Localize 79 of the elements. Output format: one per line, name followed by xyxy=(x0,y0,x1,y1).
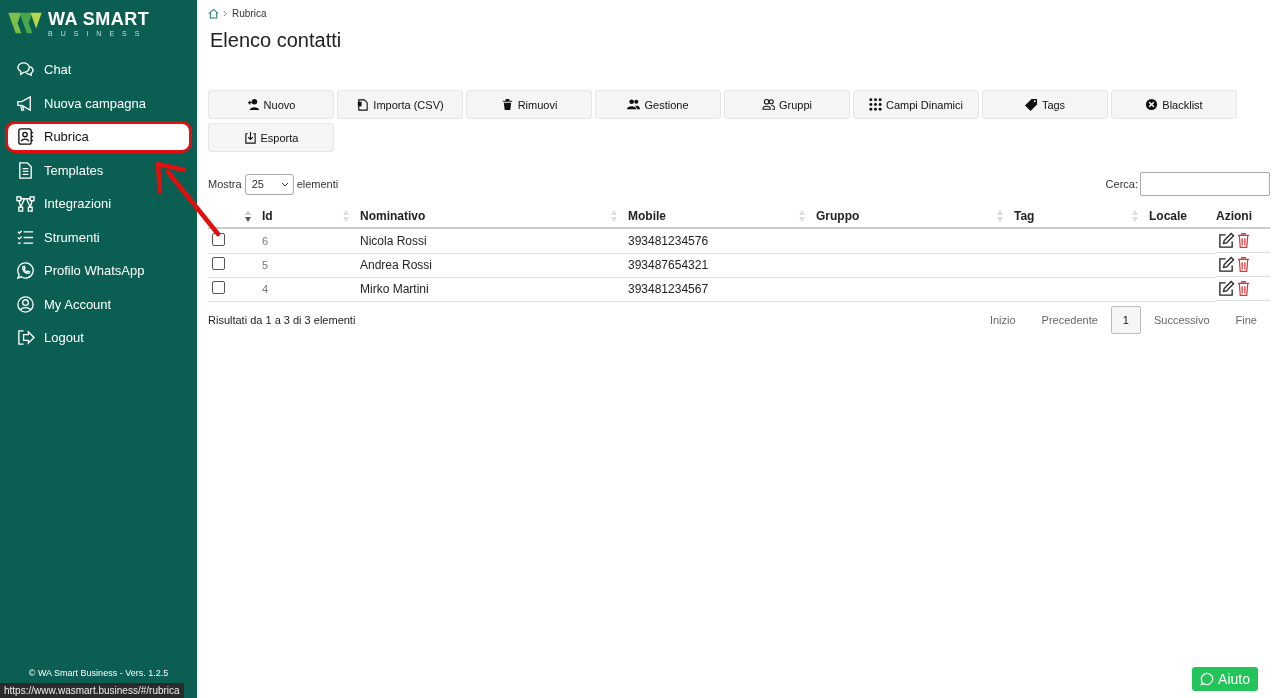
sidebar-item[interactable]: Profilo WhatsApp xyxy=(5,255,192,287)
users-icon xyxy=(627,98,641,111)
sidebar-item[interactable]: My Account xyxy=(5,288,192,320)
table-cell: 4 xyxy=(262,283,269,295)
contact-book-icon xyxy=(16,127,35,147)
document-icon xyxy=(16,160,35,180)
entries-label: elementi xyxy=(296,178,339,190)
pagination-button[interactable]: Fine xyxy=(1222,305,1270,334)
pagination-button[interactable]: Successivo xyxy=(1140,305,1223,334)
tag-icon xyxy=(1024,98,1038,111)
user-plus-icon xyxy=(246,98,260,111)
row-checkbox[interactable] xyxy=(212,257,225,270)
show-label: Mostra xyxy=(208,178,242,190)
logo-title: WA SMART xyxy=(48,9,150,28)
grid-icon xyxy=(869,98,882,111)
column-header[interactable]: Nominativo xyxy=(360,208,426,223)
trash-icon[interactable] xyxy=(1237,256,1250,273)
copyright-text: © WA Smart Business - Vers. 1.2.5 xyxy=(27,668,170,678)
home-icon[interactable] xyxy=(208,8,219,19)
file-icon xyxy=(356,98,370,111)
trash-icon[interactable] xyxy=(1237,280,1250,297)
table-cell: 393481234567 xyxy=(628,282,709,296)
row-checkbox[interactable] xyxy=(212,281,225,294)
sort-icon[interactable] xyxy=(244,208,252,223)
page-title: Elenco contatti xyxy=(210,29,343,52)
sidebar-item[interactable]: Strumenti xyxy=(5,221,192,253)
toolbar-button[interactable]: Gruppi xyxy=(724,90,850,119)
breadcrumb-link[interactable]: Rubrica xyxy=(232,8,267,19)
table-cell: Andrea Rossi xyxy=(360,258,433,272)
column-header[interactable]: Locale xyxy=(1149,208,1187,223)
column-header[interactable]: Id xyxy=(262,208,273,223)
network-icon xyxy=(16,194,35,214)
trash-icon[interactable] xyxy=(1237,232,1250,249)
toolbar-button[interactable]: Nuovo xyxy=(208,90,334,119)
sidebar-item[interactable]: Chat xyxy=(5,54,192,86)
column-header[interactable]: Azioni xyxy=(1216,208,1252,223)
table-cell: Mirko Martini xyxy=(360,282,429,296)
table-cell: 393481234576 xyxy=(628,233,709,248)
pagination-button[interactable]: 1 xyxy=(1110,305,1141,334)
toolbar-button[interactable]: Gestione xyxy=(595,90,721,119)
close-icon xyxy=(1145,98,1159,111)
sidebar-item[interactable]: Rubrica xyxy=(5,121,192,153)
trash-icon xyxy=(500,98,514,111)
toolbar-button[interactable]: Blacklist xyxy=(1111,90,1237,119)
pagination-button[interactable]: Precedente xyxy=(1028,305,1111,334)
toolbar-button[interactable]: Importa (CSV) xyxy=(337,90,463,119)
sidebar-item[interactable]: Nuova campagna xyxy=(5,87,192,119)
user-icon xyxy=(16,294,35,314)
whatsapp-icon xyxy=(1200,672,1215,686)
edit-icon[interactable] xyxy=(1218,280,1235,297)
toolbar-button[interactable]: Tags xyxy=(982,90,1108,119)
table-cell: 6 xyxy=(262,234,269,247)
table-cell: 393487654321 xyxy=(628,258,709,272)
edit-icon[interactable] xyxy=(1218,232,1235,249)
sidebar-item[interactable]: Templates xyxy=(5,154,192,186)
chevron-icon xyxy=(223,10,228,17)
logout-icon xyxy=(16,328,35,348)
toolbar-button[interactable]: Campi Dinamici xyxy=(853,90,979,119)
sidebar-item[interactable]: Integrazioni xyxy=(5,188,192,220)
search-label: Cerca: xyxy=(1105,178,1138,190)
users-icon xyxy=(762,98,775,111)
page-size-select[interactable]: 25 xyxy=(244,173,294,195)
sidebar-item[interactable]: Logout xyxy=(5,322,192,354)
pagination-button[interactable]: Inizio xyxy=(976,305,1029,334)
download-icon xyxy=(243,131,257,144)
column-header[interactable]: Mobile xyxy=(628,208,666,223)
logo-icon xyxy=(6,10,44,36)
search-field[interactable] xyxy=(1140,172,1270,196)
whatsapp-icon xyxy=(16,261,35,281)
column-header[interactable]: Tag xyxy=(1014,208,1035,223)
toolbar-button[interactable]: Rimuovi xyxy=(466,90,592,119)
results-info: Risultati da 1 a 3 di 3 elementi xyxy=(208,313,356,326)
edit-icon[interactable] xyxy=(1218,256,1235,273)
table-cell: 5 xyxy=(262,259,269,271)
status-bar-url: https://www.wasmart.business/#/rubrica xyxy=(0,683,184,698)
toolbar-button[interactable]: Esporta xyxy=(208,123,334,152)
caret-icon xyxy=(280,181,289,187)
column-header[interactable]: Gruppo xyxy=(816,208,860,223)
table-cell: Nicola Rossi xyxy=(360,233,427,248)
